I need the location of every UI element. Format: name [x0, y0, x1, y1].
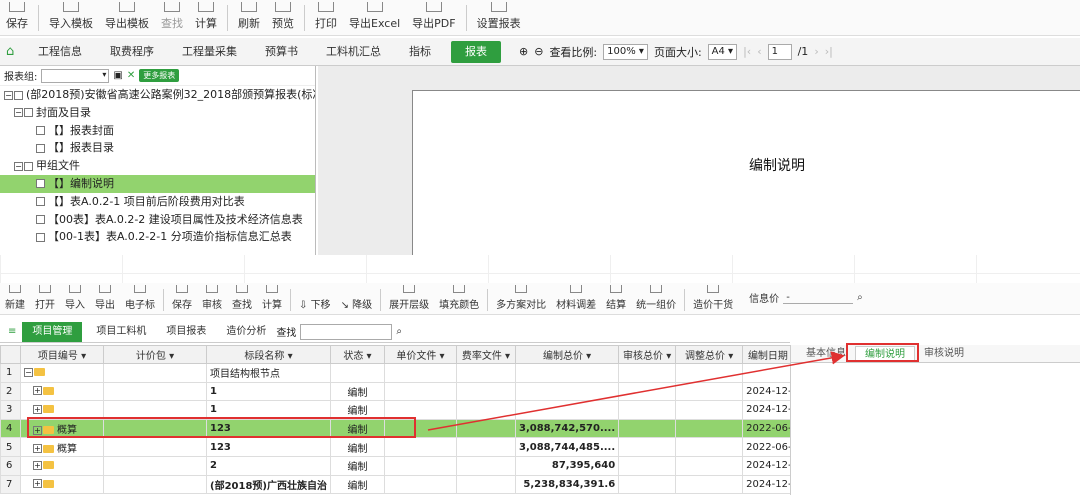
annotation-arrow [427, 351, 845, 431]
